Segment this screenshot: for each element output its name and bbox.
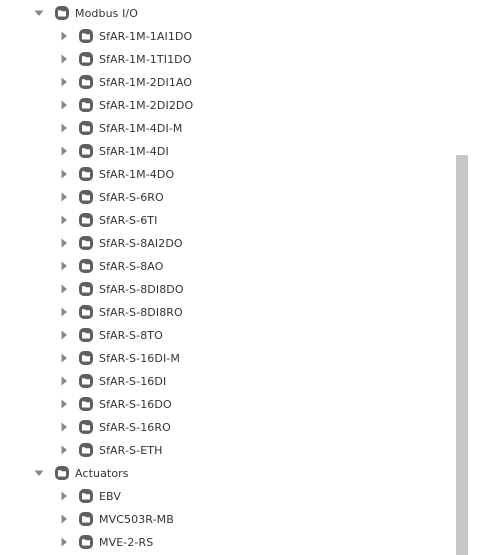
tree-node-module[interactable]: SfAR-S-16RO — [0, 416, 455, 439]
folder-icon — [78, 51, 94, 67]
tree-node-module[interactable]: SfAR-1M-1AI1DO — [0, 25, 455, 48]
tree-node-module[interactable]: SfAR-S-8DI8DO — [0, 278, 455, 301]
tree-node-label: SfAR-S-8DI8DO — [99, 283, 184, 296]
tree-node-module[interactable]: EBV — [0, 485, 455, 508]
tree-node-module[interactable]: SfAR-S-6TI — [0, 209, 455, 232]
folder-icon — [78, 396, 94, 412]
folder-icon — [78, 534, 94, 550]
caret-right-icon[interactable] — [58, 260, 70, 272]
tree-node-label: SfAR-S-6RO — [99, 191, 164, 204]
caret-right-icon[interactable] — [58, 168, 70, 180]
tree-node-module[interactable]: SfAR-S-16DI — [0, 370, 455, 393]
tree-node-modbus-io[interactable]: Modbus I/O — [0, 2, 455, 25]
tree-node-label: SfAR-1M-4DI-M — [99, 122, 183, 135]
caret-right-icon[interactable] — [58, 536, 70, 548]
caret-down-icon[interactable] — [33, 7, 45, 19]
tree-node-label: SfAR-S-8TO — [99, 329, 163, 342]
tree-node-module[interactable]: SfAR-S-8AO — [0, 255, 455, 278]
folder-icon — [78, 304, 94, 320]
tree-node-actuators[interactable]: Actuators — [0, 462, 455, 485]
caret-right-icon[interactable] — [58, 306, 70, 318]
module-tree: Modbus I/O SfAR-1M-1AI1DO SfAR-1M-1TI1DO S… — [0, 0, 481, 555]
tree-node-label: SfAR-S-8AI2DO — [99, 237, 183, 250]
folder-icon — [78, 212, 94, 228]
caret-right-icon[interactable] — [58, 375, 70, 387]
folder-icon — [78, 258, 94, 274]
tree-node-module[interactable]: SfAR-1M-4DI — [0, 140, 455, 163]
caret-right-icon[interactable] — [58, 191, 70, 203]
caret-right-icon[interactable] — [58, 513, 70, 525]
caret-right-icon[interactable] — [58, 398, 70, 410]
caret-right-icon[interactable] — [58, 352, 70, 364]
tree-node-module[interactable]: SfAR-S-8TO — [0, 324, 455, 347]
tree-node-module[interactable]: SfAR-S-8AI2DO — [0, 232, 455, 255]
caret-right-icon[interactable] — [58, 444, 70, 456]
folder-icon — [78, 74, 94, 90]
caret-right-icon[interactable] — [58, 53, 70, 65]
folder-icon — [54, 5, 70, 21]
tree-node-label: SfAR-1M-4DI — [99, 145, 169, 158]
folder-icon — [78, 350, 94, 366]
tree-node-label: SfAR-1M-2DI2DO — [99, 99, 194, 112]
folder-icon — [78, 97, 94, 113]
tree-node-module[interactable]: SfAR-S-6RO — [0, 186, 455, 209]
folder-icon — [78, 189, 94, 205]
folder-icon — [78, 143, 94, 159]
caret-right-icon[interactable] — [58, 237, 70, 249]
scrollbar-thumb[interactable] — [456, 155, 468, 555]
tree-node-module[interactable]: SfAR-1M-4DO — [0, 163, 455, 186]
caret-right-icon[interactable] — [58, 76, 70, 88]
tree-node-label: Actuators — [75, 467, 129, 480]
folder-icon — [78, 442, 94, 458]
tree-node-label: SfAR-1M-4DO — [99, 168, 175, 181]
tree-node-label: SfAR-1M-1TI1DO — [99, 53, 192, 66]
folder-icon — [78, 28, 94, 44]
tree-node-module[interactable]: SfAR-S-8DI8RO — [0, 301, 455, 324]
caret-right-icon[interactable] — [58, 122, 70, 134]
tree-node-module[interactable]: SfAR-S-ETH — [0, 439, 455, 462]
caret-right-icon[interactable] — [58, 214, 70, 226]
folder-icon — [78, 235, 94, 251]
tree-node-module[interactable]: SfAR-1M-2DI1AO — [0, 71, 455, 94]
tree-node-label: SfAR-S-8DI8RO — [99, 306, 183, 319]
folder-icon — [78, 166, 94, 182]
folder-icon — [78, 511, 94, 527]
tree-node-module[interactable]: SfAR-1M-2DI2DO — [0, 94, 455, 117]
folder-icon — [78, 327, 94, 343]
caret-right-icon[interactable] — [58, 421, 70, 433]
tree-node-label: SfAR-S-16RO — [99, 421, 171, 434]
tree-node-label: SfAR-S-16DO — [99, 398, 172, 411]
tree-node-label: SfAR-S-8AO — [99, 260, 164, 273]
tree-node-module[interactable]: MVE-2-RS — [0, 531, 455, 554]
folder-icon — [78, 120, 94, 136]
tree-node-label: MVE-2-RS — [99, 536, 154, 549]
tree-node-label: SfAR-1M-2DI1AO — [99, 76, 193, 89]
tree-node-label: SfAR-S-ETH — [99, 444, 163, 457]
tree-node-module[interactable]: SfAR-S-16DI-M — [0, 347, 455, 370]
tree-node-label: MVC503R-MB — [99, 513, 174, 526]
tree-node-module[interactable]: MVC503R-MB — [0, 508, 455, 531]
tree-node-module[interactable]: SfAR-1M-4DI-M — [0, 117, 455, 140]
tree-node-label: Modbus I/O — [75, 7, 138, 20]
caret-right-icon[interactable] — [58, 490, 70, 502]
tree-node-label: SfAR-S-6TI — [99, 214, 158, 227]
caret-right-icon[interactable] — [58, 329, 70, 341]
tree-node-label: SfAR-S-16DI-M — [99, 352, 180, 365]
caret-right-icon[interactable] — [58, 30, 70, 42]
folder-icon — [54, 465, 70, 481]
tree-node-label: SfAR-1M-1AI1DO — [99, 30, 193, 43]
caret-down-icon[interactable] — [33, 467, 45, 479]
folder-icon — [78, 373, 94, 389]
caret-right-icon[interactable] — [58, 283, 70, 295]
tree-node-label: SfAR-S-16DI — [99, 375, 167, 388]
tree-node-module[interactable]: SfAR-S-16DO — [0, 393, 455, 416]
folder-icon — [78, 419, 94, 435]
folder-icon — [78, 488, 94, 504]
caret-right-icon[interactable] — [58, 99, 70, 111]
tree-node-module[interactable]: SfAR-1M-1TI1DO — [0, 48, 455, 71]
caret-right-icon[interactable] — [58, 145, 70, 157]
folder-icon — [78, 281, 94, 297]
tree-node-label: EBV — [99, 490, 121, 503]
